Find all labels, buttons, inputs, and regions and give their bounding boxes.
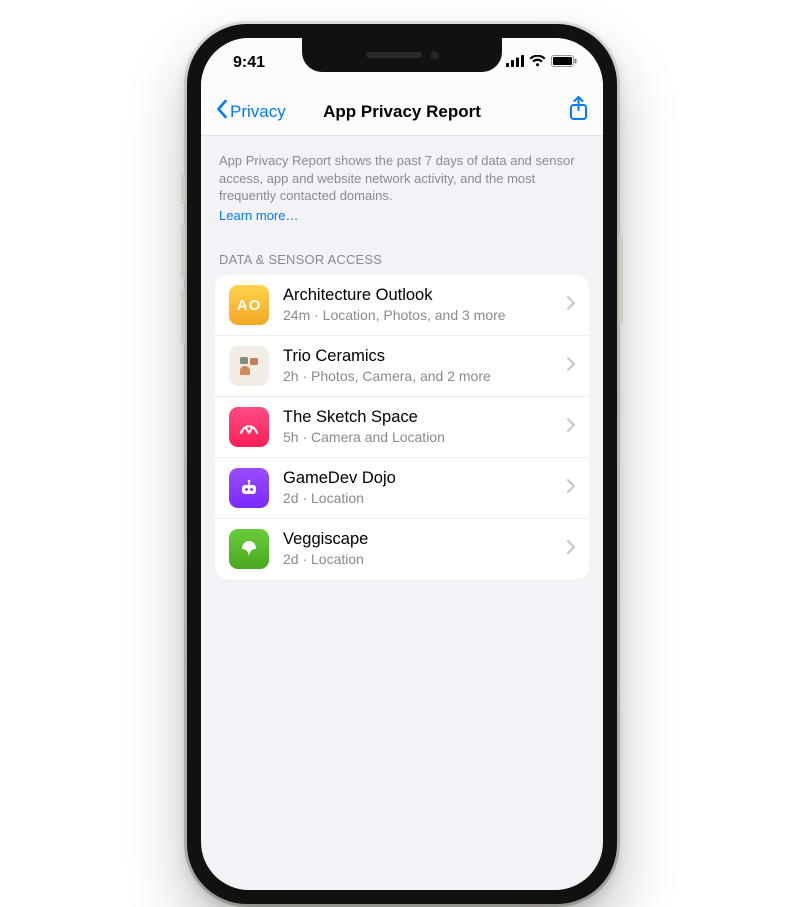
- app-subtext: 24m · Location, Photos, and 3 more: [283, 307, 553, 324]
- app-subtext: 2d · Location: [283, 551, 553, 568]
- app-name: GameDev Dojo: [283, 469, 553, 489]
- status-time: 9:41: [233, 54, 265, 72]
- phone-device: 9:41 Privacy App Privacy Report: [187, 24, 617, 904]
- phone-screen: 9:41 Privacy App Privacy Report: [201, 38, 603, 890]
- list-item[interactable]: AO Architecture Outlook 24m · Location, …: [215, 275, 589, 336]
- list-item[interactable]: Veggiscape 2d · Location: [215, 519, 589, 579]
- section-header: DATA & SENSOR ACCESS: [201, 234, 603, 275]
- cellular-icon: [506, 54, 524, 72]
- app-name: Veggiscape: [283, 530, 553, 550]
- front-camera: [430, 51, 439, 60]
- volume-down-button: [181, 289, 185, 344]
- chevron-right-icon: [567, 296, 575, 315]
- volume-up-button: [181, 224, 185, 279]
- app-icon-gamedev-dojo: [229, 468, 269, 508]
- app-subtext: 2d · Location: [283, 490, 553, 507]
- app-icon-sketch-space: [229, 407, 269, 447]
- app-icon-architecture-outlook: AO: [229, 285, 269, 325]
- app-icon-trio-ceramics: [229, 346, 269, 386]
- chevron-left-icon: [215, 99, 228, 124]
- speaker-grill: [366, 52, 422, 58]
- app-name: Architecture Outlook: [283, 286, 553, 306]
- app-subtext: 5h · Camera and Location: [283, 429, 553, 446]
- battery-icon: [551, 54, 577, 72]
- content: App Privacy Report shows the past 7 days…: [201, 136, 603, 579]
- learn-more-link[interactable]: Learn more…: [219, 207, 298, 225]
- intro-text: App Privacy Report shows the past 7 days…: [219, 153, 575, 203]
- back-label: Privacy: [230, 102, 286, 122]
- chevron-right-icon: [567, 540, 575, 559]
- app-name: The Sketch Space: [283, 408, 553, 428]
- app-subtext: 2h · Photos, Camera, and 2 more: [283, 368, 553, 385]
- chevron-right-icon: [567, 357, 575, 376]
- list-item[interactable]: Trio Ceramics 2h · Photos, Camera, and 2…: [215, 336, 589, 397]
- list-item[interactable]: The Sketch Space 5h · Camera and Locatio…: [215, 397, 589, 458]
- power-button: [619, 234, 623, 324]
- app-icon-veggiscape: [229, 529, 269, 569]
- app-name: Trio Ceramics: [283, 347, 553, 367]
- intro-block: App Privacy Report shows the past 7 days…: [201, 136, 603, 234]
- app-list: AO Architecture Outlook 24m · Location, …: [215, 275, 589, 579]
- share-button[interactable]: [568, 96, 589, 127]
- wifi-icon: [529, 54, 546, 72]
- nav-bar: Privacy App Privacy Report: [201, 88, 603, 136]
- back-button[interactable]: Privacy: [215, 99, 286, 124]
- notch: [302, 38, 502, 72]
- chevron-right-icon: [567, 418, 575, 437]
- share-icon: [568, 109, 589, 126]
- mute-switch: [181, 174, 185, 204]
- chevron-right-icon: [567, 479, 575, 498]
- list-item[interactable]: GameDev Dojo 2d · Location: [215, 458, 589, 519]
